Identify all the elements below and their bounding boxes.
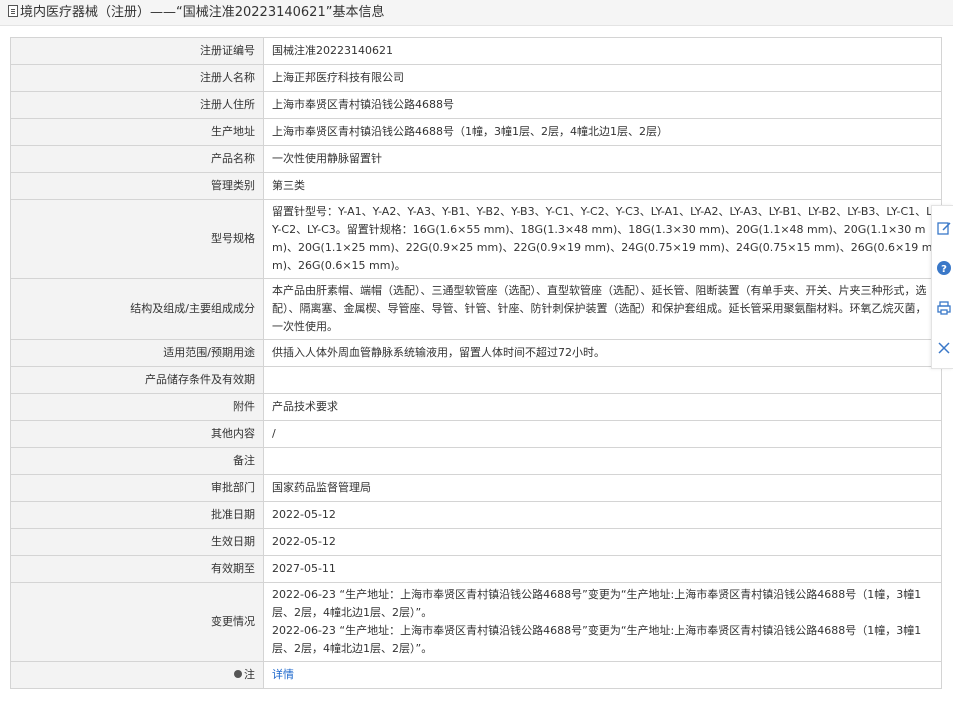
detail-table: 注册证编号 国械注准20223140621 注册人名称 上海正邦医疗科技有限公司… [10, 37, 942, 689]
document-icon [8, 5, 18, 17]
table-row: 注册证编号 国械注准20223140621 [10, 37, 942, 65]
row-label: 产品名称 [10, 145, 264, 173]
note-dot-icon [234, 670, 242, 678]
change-history-value: 2022-06-23 “生产地址：上海市奉贤区青村镇沿钱公路4688号”变更为“… [263, 582, 942, 662]
change-entry: 2022-06-23 “生产地址：上海市奉贤区青村镇沿钱公路4688号”变更为“… [272, 588, 922, 619]
table-row: 产品名称 一次性使用静脉留置针 [10, 145, 942, 173]
table-row: 管理类别 第三类 [10, 172, 942, 200]
page-title: 境内医疗器械（注册）——“国械注准20223140621”基本信息 [20, 5, 385, 20]
table-row: 其他内容 / [10, 420, 942, 448]
row-label: 注册人名称 [10, 64, 264, 92]
row-label: 审批部门 [10, 474, 264, 502]
row-value: 上海市奉贤区青村镇沿钱公路4688号 [263, 91, 942, 119]
row-label: 产品储存条件及有效期 [10, 366, 264, 394]
note-label-cell: 注 [10, 661, 264, 689]
row-value: 2027-05-11 [263, 555, 942, 583]
svg-text:?: ? [941, 264, 947, 275]
note-label: 注 [244, 668, 255, 681]
note-value: 详情 [263, 661, 942, 689]
change-history-row: 变更情况 2022-06-23 “生产地址：上海市奉贤区青村镇沿钱公路4688号… [10, 582, 942, 662]
note-row: 注 详情 [10, 661, 942, 689]
side-toolbar: ? [931, 205, 953, 369]
table-row: 有效期至 2027-05-11 [10, 555, 942, 583]
table-row: 附件 产品技术要求 [10, 393, 942, 421]
row-label: 适用范围/预期用途 [10, 339, 264, 367]
row-label: 型号规格 [10, 199, 264, 279]
table-row: 适用范围/预期用途 供插入人体外周血管静脉系统输液用，留置人体时间不超过72小时… [10, 339, 942, 367]
row-value [263, 447, 942, 475]
table-row: 注册人住所 上海市奉贤区青村镇沿钱公路4688号 [10, 91, 942, 119]
row-label: 生产地址 [10, 118, 264, 146]
table-row: 审批部门 国家药品监督管理局 [10, 474, 942, 502]
row-label: 有效期至 [10, 555, 264, 583]
table-row: 生效日期 2022-05-12 [10, 528, 942, 556]
row-value: / [263, 420, 942, 448]
row-value: 供插入人体外周血管静脉系统输液用，留置人体时间不超过72小时。 [263, 339, 942, 367]
table-row: 结构及组成/主要组成成分 本产品由肝素帽、端帽（选配）、三通型软管座（选配）、直… [10, 278, 942, 340]
row-label: 变更情况 [10, 582, 264, 662]
table-row: 产品储存条件及有效期 [10, 366, 942, 394]
row-label: 附件 [10, 393, 264, 421]
row-value: 留置针型号：Y-A1、Y-A2、Y-A3、Y-B1、Y-B2、Y-B3、Y-C1… [263, 199, 942, 279]
row-label: 结构及组成/主要组成成分 [10, 278, 264, 340]
row-label: 管理类别 [10, 172, 264, 200]
row-label: 其他内容 [10, 420, 264, 448]
table-row: 生产地址 上海市奉贤区青村镇沿钱公路4688号（1幢，3幢1层、2层，4幢北边1… [10, 118, 942, 146]
row-value: 本产品由肝素帽、端帽（选配）、三通型软管座（选配）、直型软管座（选配）、延长管、… [263, 278, 942, 340]
row-value: 一次性使用静脉留置针 [263, 145, 942, 173]
row-label: 批准日期 [10, 501, 264, 529]
table-row: 注册人名称 上海正邦医疗科技有限公司 [10, 64, 942, 92]
row-value [263, 366, 942, 394]
row-value: 产品技术要求 [263, 393, 942, 421]
print-icon[interactable] [936, 300, 952, 316]
table-row: 批准日期 2022-05-12 [10, 501, 942, 529]
row-value: 2022-05-12 [263, 501, 942, 529]
row-value: 第三类 [263, 172, 942, 200]
row-label: 注册人住所 [10, 91, 264, 119]
page-header: 境内医疗器械（注册）——“国械注准20223140621”基本信息 [0, 0, 953, 26]
table-row: 型号规格 留置针型号：Y-A1、Y-A2、Y-A3、Y-B1、Y-B2、Y-B3… [10, 199, 942, 279]
row-value: 上海市奉贤区青村镇沿钱公路4688号（1幢，3幢1层、2层，4幢北边1层、2层） [263, 118, 942, 146]
close-icon[interactable] [936, 340, 952, 356]
row-value: 国家药品监督管理局 [263, 474, 942, 502]
row-label: 备注 [10, 447, 264, 475]
row-value: 国械注准20223140621 [263, 37, 942, 65]
row-value: 2022-05-12 [263, 528, 942, 556]
row-label: 生效日期 [10, 528, 264, 556]
row-label: 注册证编号 [10, 37, 264, 65]
row-value: 上海正邦医疗科技有限公司 [263, 64, 942, 92]
help-icon[interactable]: ? [936, 260, 952, 276]
change-entry: 2022-06-23 “生产地址：上海市奉贤区青村镇沿钱公路4688号”变更为“… [272, 624, 922, 655]
table-row: 备注 [10, 447, 942, 475]
edit-icon[interactable] [936, 220, 952, 236]
details-link[interactable]: 详情 [272, 668, 294, 681]
